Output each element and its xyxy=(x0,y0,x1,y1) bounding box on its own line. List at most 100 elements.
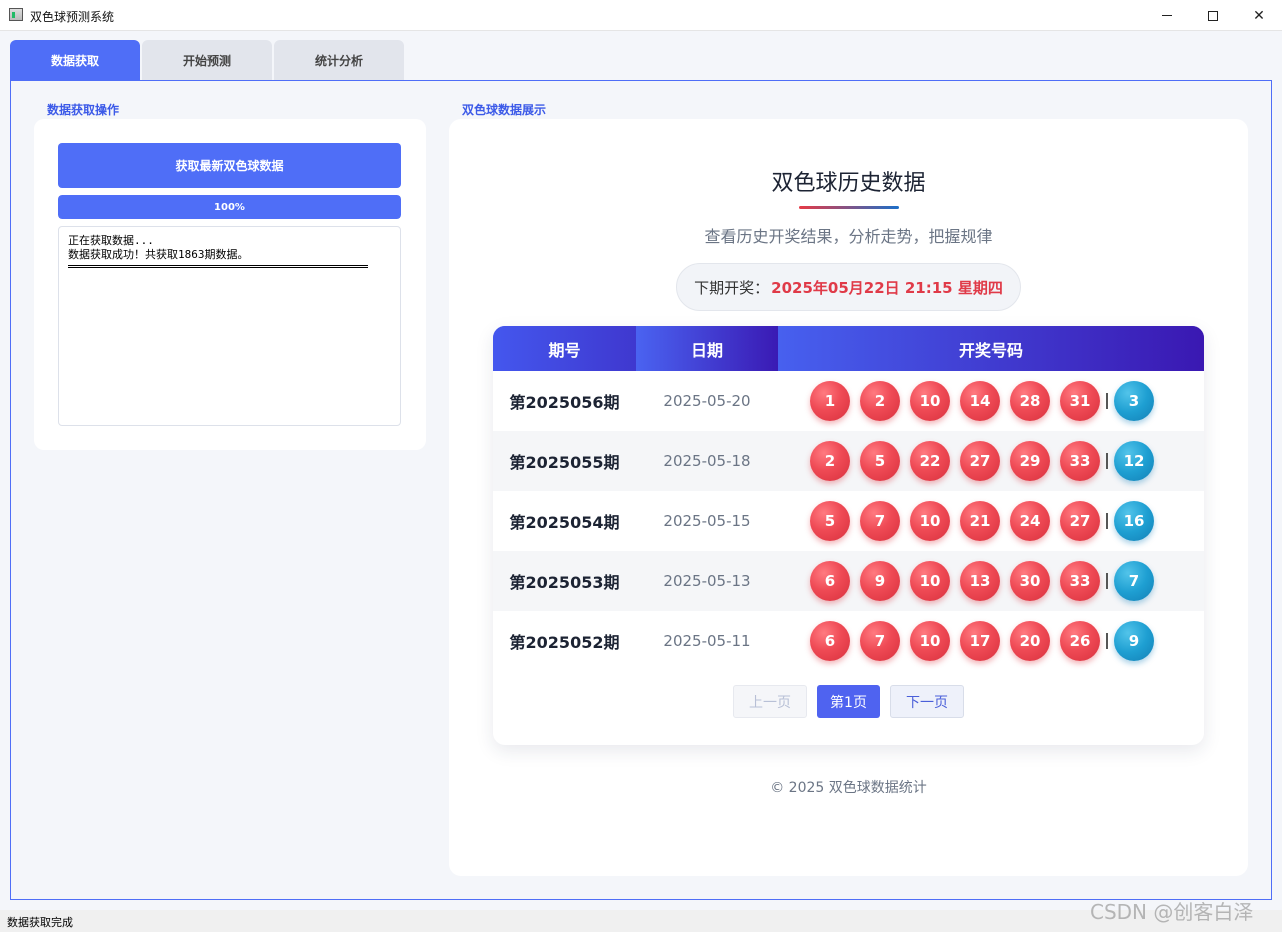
log-output[interactable]: 正在获取数据... 数据获取成功！共获取1863期数据。 xyxy=(58,226,401,426)
red-ball: 9 xyxy=(860,561,900,601)
app-icon xyxy=(9,8,23,21)
red-ball: 6 xyxy=(810,561,850,601)
cell-numbers: 2 5 22 27 29 33 12 xyxy=(778,441,1204,481)
red-ball: 27 xyxy=(1060,501,1100,541)
red-ball: 33 xyxy=(1060,561,1100,601)
column-header-issue: 期号 xyxy=(493,326,636,371)
table-row: 第2025055期 2025-05-18 2 5 22 27 29 33 12 xyxy=(493,431,1204,491)
ball-separator xyxy=(1106,633,1108,649)
tab-data-fetch[interactable]: 数据获取 xyxy=(10,40,140,80)
log-line: 数据获取成功！共获取1863期数据。 xyxy=(68,248,249,261)
cell-numbers: 1 2 10 14 28 31 3 xyxy=(778,381,1204,421)
next-draw-label: 下期开奖： xyxy=(694,278,770,297)
log-line: 正在获取数据... xyxy=(68,234,154,247)
tab-panel: 数据获取操作 双色球数据展示 获取最新双色球数据 100% 正在获取数据... … xyxy=(10,80,1272,900)
cell-issue: 第2025056期 xyxy=(509,393,620,412)
red-ball: 30 xyxy=(1010,561,1050,601)
red-ball: 26 xyxy=(1060,621,1100,661)
current-page-button[interactable]: 第1页 xyxy=(817,685,880,718)
blue-ball: 3 xyxy=(1114,381,1154,421)
red-ball: 2 xyxy=(810,441,850,481)
display-group-label: 双色球数据展示 xyxy=(462,103,547,117)
red-ball: 5 xyxy=(860,441,900,481)
cell-issue: 第2025052期 xyxy=(509,633,620,652)
red-ball: 10 xyxy=(910,381,950,421)
title-bar: 双色球预测系统 ✕ xyxy=(0,0,1282,31)
red-ball: 28 xyxy=(1010,381,1050,421)
red-ball: 24 xyxy=(1010,501,1050,541)
blue-ball: 16 xyxy=(1114,501,1154,541)
red-ball: 7 xyxy=(860,501,900,541)
ball-separator xyxy=(1106,453,1108,469)
red-ball: 29 xyxy=(1010,441,1050,481)
page-subtitle: 查看历史开奖结果，分析走势，把握规律 xyxy=(704,227,993,246)
ball-separator xyxy=(1106,573,1108,589)
footer-copyright: © 2025 双色球数据统计 xyxy=(770,780,927,796)
cell-numbers: 5 7 10 21 24 27 16 xyxy=(778,501,1204,541)
cell-date: 2025-05-15 xyxy=(663,512,751,530)
cell-numbers: 6 7 10 17 20 26 9 xyxy=(778,621,1204,661)
red-ball: 31 xyxy=(1060,381,1100,421)
ball-separator xyxy=(1106,393,1108,409)
page-title: 双色球历史数据 xyxy=(771,171,926,196)
next-draw-badge: 下期开奖： 2025年05月22日 21:15 星期四 xyxy=(676,263,1021,311)
cell-date: 2025-05-13 xyxy=(663,572,751,590)
red-ball: 27 xyxy=(960,441,1000,481)
table-row: 第2025056期 2025-05-20 1 2 10 14 28 31 3 xyxy=(493,371,1204,431)
watermark: CSDN @创客白泽 xyxy=(1090,900,1254,924)
next-draw-value: 2025年05月22日 21:15 星期四 xyxy=(771,278,1003,297)
fetch-data-button[interactable]: 获取最新双色球数据 xyxy=(58,143,401,188)
log-divider xyxy=(68,265,368,268)
column-header-date: 日期 xyxy=(636,326,778,371)
red-ball: 1 xyxy=(810,381,850,421)
red-ball: 17 xyxy=(960,621,1000,661)
red-ball: 22 xyxy=(910,441,950,481)
pagination: 上一页 第1页 下一页 xyxy=(493,685,1204,719)
window-title: 双色球预测系统 xyxy=(30,10,115,24)
app-body: 数据获取 开始预测 统计分析 数据获取操作 双色球数据展示 获取最新双色球数据 … xyxy=(0,31,1282,910)
minimize-icon xyxy=(1162,15,1172,16)
red-ball: 6 xyxy=(810,621,850,661)
cell-date: 2025-05-18 xyxy=(663,452,751,470)
cell-date: 2025-05-11 xyxy=(663,632,751,650)
cell-issue: 第2025054期 xyxy=(509,513,620,532)
history-table: 期号 日期 开奖号码 第2025056期 2025-05-20 1 2 10 14 28 31… xyxy=(493,326,1204,745)
red-ball: 33 xyxy=(1060,441,1100,481)
close-button[interactable]: ✕ xyxy=(1236,0,1282,31)
red-ball: 5 xyxy=(810,501,850,541)
fetch-panel: 获取最新双色球数据 100% 正在获取数据... 数据获取成功！共获取1863期… xyxy=(34,119,426,450)
fetch-group-label: 数据获取操作 xyxy=(47,103,120,117)
red-ball: 2 xyxy=(860,381,900,421)
column-header-numbers: 开奖号码 xyxy=(778,326,1204,371)
table-row: 第2025054期 2025-05-15 5 7 10 21 24 27 16 xyxy=(493,491,1204,551)
minimize-button[interactable] xyxy=(1144,0,1190,31)
blue-ball: 9 xyxy=(1114,621,1154,661)
prev-page-button[interactable]: 上一页 xyxy=(733,685,807,718)
title-underline xyxy=(799,206,899,209)
maximize-button[interactable] xyxy=(1190,0,1236,31)
red-ball: 10 xyxy=(910,501,950,541)
red-ball: 20 xyxy=(1010,621,1050,661)
progress-bar: 100% xyxy=(58,195,401,219)
ball-separator xyxy=(1106,513,1108,529)
table-row: 第2025052期 2025-05-11 6 7 10 17 20 26 9 xyxy=(493,611,1204,671)
blue-ball: 12 xyxy=(1114,441,1154,481)
red-ball: 10 xyxy=(910,561,950,601)
tab-prediction[interactable]: 开始预测 xyxy=(142,40,272,80)
tab-statistics[interactable]: 统计分析 xyxy=(274,40,404,80)
next-page-button[interactable]: 下一页 xyxy=(890,685,964,718)
cell-date: 2025-05-20 xyxy=(663,392,751,410)
red-ball: 13 xyxy=(960,561,1000,601)
cell-issue: 第2025055期 xyxy=(509,453,620,472)
cell-issue: 第2025053期 xyxy=(509,573,620,592)
close-icon: ✕ xyxy=(1253,7,1265,24)
red-ball: 10 xyxy=(910,621,950,661)
cell-numbers: 6 9 10 13 30 33 7 xyxy=(778,561,1204,601)
red-ball: 7 xyxy=(860,621,900,661)
history-panel: 双色球历史数据 查看历史开奖结果，分析走势，把握规律 下期开奖： 2025年05… xyxy=(449,119,1248,876)
table-row: 第2025053期 2025-05-13 6 9 10 13 30 33 7 xyxy=(493,551,1204,611)
maximize-icon xyxy=(1208,10,1218,21)
blue-ball: 7 xyxy=(1114,561,1154,601)
table-header: 期号 日期 开奖号码 xyxy=(493,326,1204,371)
red-ball: 14 xyxy=(960,381,1000,421)
